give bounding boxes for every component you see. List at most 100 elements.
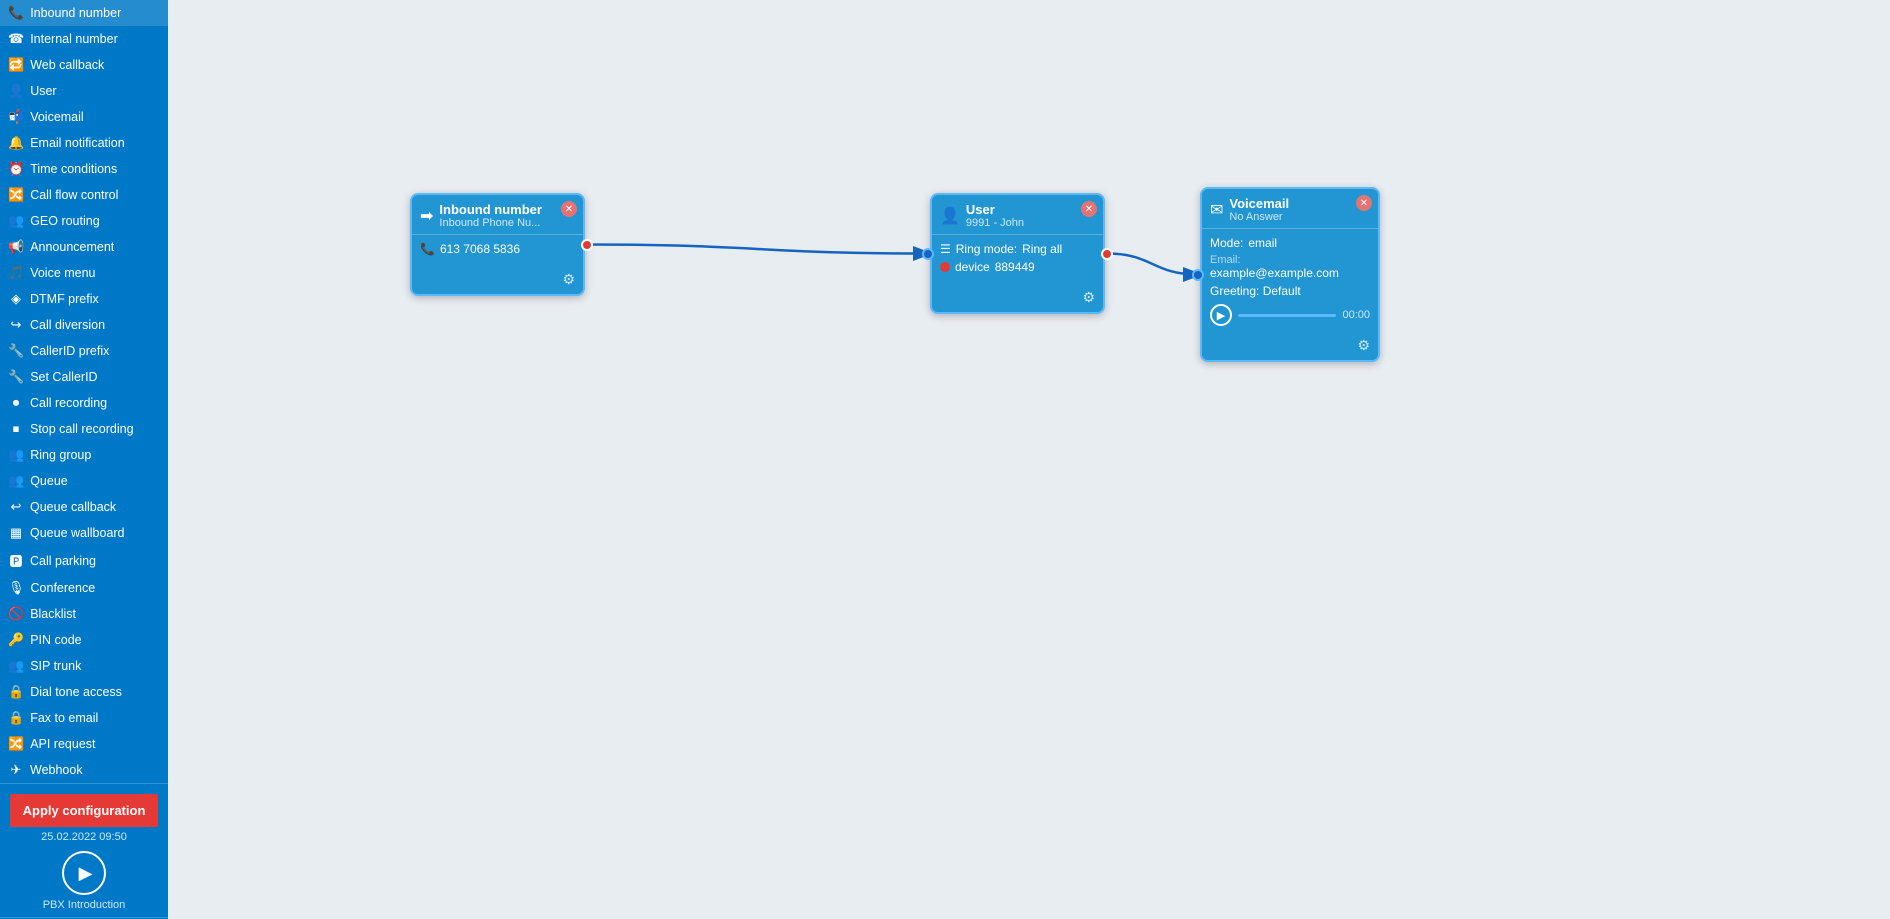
announcement-icon: 📢: [8, 239, 24, 255]
voicemail-node-icon: ✉: [1210, 200, 1223, 220]
inbound-node-close[interactable]: ✕: [561, 201, 577, 217]
voicemail-mode-label: Mode:: [1210, 236, 1243, 250]
sidebar-item-geo-routing[interactable]: 👥 GEO routing: [0, 208, 168, 234]
user-node-body: ☰ Ring mode: Ring all device 889449: [932, 235, 1103, 285]
apply-configuration-button[interactable]: Apply configuration: [10, 794, 158, 827]
sidebar-item-internal-number[interactable]: ☎ Internal number: [0, 26, 168, 52]
sidebar-label-announcement: Announcement: [30, 240, 114, 254]
sidebar-label-queue-wallboard: Queue wallboard: [30, 526, 125, 540]
sidebar-item-api-request[interactable]: 🔀 API request: [0, 731, 168, 757]
voicemail-node-title: Voicemail: [1229, 196, 1289, 211]
sidebar-item-dtmf-prefix[interactable]: ◈ DTMF prefix: [0, 286, 168, 312]
web-callback-icon: 🔁: [8, 57, 24, 73]
voicemail-node-footer: ⚙: [1202, 333, 1378, 360]
sidebar-item-web-callback[interactable]: 🔁 Web callback: [0, 52, 168, 78]
api-request-icon: 🔀: [8, 736, 24, 752]
voicemail-icon: 📬: [8, 109, 24, 125]
sidebar-item-webhook[interactable]: ✈ Webhook: [0, 757, 168, 783]
user-right-connector[interactable]: [1101, 248, 1113, 260]
sidebar-label-internal-number: Internal number: [30, 32, 118, 46]
sidebar-label-callerid-prefix: CallerID prefix: [30, 344, 109, 358]
inbound-right-connector[interactable]: [581, 239, 593, 251]
sidebar-item-fax-to-email[interactable]: 🔒 Fax to email: [0, 705, 168, 731]
time-conditions-icon: ⏰: [8, 161, 24, 177]
user-device-row: device 889449: [940, 260, 1095, 274]
sidebar-item-voicemail[interactable]: 📬 Voicemail: [0, 104, 168, 130]
conference-icon: 🎙: [8, 580, 25, 596]
ring-group-icon: 👥: [8, 447, 24, 463]
sidebar-label-call-flow-control: Call flow control: [30, 188, 118, 202]
voicemail-gear-button[interactable]: ⚙: [1357, 337, 1370, 354]
inbound-number-icon: 📞: [8, 5, 24, 21]
sidebar-item-ring-group[interactable]: 👥 Ring group: [0, 442, 168, 468]
call-recording-icon: ⏺: [8, 395, 24, 411]
sidebar-item-call-recording[interactable]: ⏺ Call recording: [0, 390, 168, 416]
inbound-phone-row: 📞 613 7068 5836: [420, 242, 575, 256]
voicemail-node-subtitle: No Answer: [1229, 211, 1289, 223]
fax-to-email-icon: 🔒: [8, 710, 24, 726]
voicemail-greeting-row: Greeting: Default: [1210, 284, 1370, 298]
queue-icon: 👥: [8, 473, 24, 489]
voicemail-mode-row: Mode: email: [1210, 236, 1370, 250]
sidebar-item-time-conditions[interactable]: ⏰ Time conditions: [0, 156, 168, 182]
dial-tone-access-icon: 🔒: [8, 684, 24, 700]
sidebar-label-blacklist: Blacklist: [30, 607, 76, 621]
sidebar-item-set-callerid[interactable]: 🔧 Set CallerID: [0, 364, 168, 390]
voicemail-greeting-section: Greeting: Default ▶ 00:00: [1210, 284, 1370, 326]
sidebar-item-call-diversion[interactable]: ↪ Call diversion: [0, 312, 168, 338]
pin-code-icon: 🔑: [8, 632, 24, 648]
user-node-header: 👤 User 9991 - John ✕: [932, 195, 1103, 235]
sidebar-item-email-notification[interactable]: 🔔 Email notification: [0, 130, 168, 156]
sidebar-label-user: User: [30, 84, 56, 98]
pbx-play-button[interactable]: ▶: [62, 851, 106, 895]
internal-number-icon: ☎: [8, 31, 24, 47]
voicemail-node[interactable]: ✉ Voicemail No Answer ✕ Mode: email Emai…: [1200, 187, 1380, 362]
sidebar-item-sip-trunk[interactable]: 👥 SIP trunk: [0, 653, 168, 679]
sidebar-item-announcement[interactable]: 📢 Announcement: [0, 234, 168, 260]
set-callerid-icon: 🔧: [8, 369, 24, 385]
sidebar-label-inbound-number: Inbound number: [30, 6, 121, 20]
voicemail-email-section: Email: example@example.com: [1210, 254, 1370, 280]
user-icon: 👤: [8, 83, 24, 99]
sidebar-item-queue-callback[interactable]: ↩ Queue callback: [0, 494, 168, 520]
sidebar-label-queue: Queue: [30, 474, 68, 488]
audio-progress-bar: [1238, 314, 1336, 317]
geo-routing-icon: 👥: [8, 213, 24, 229]
sidebar-item-user[interactable]: 👤 User: [0, 78, 168, 104]
ring-mode-icon: ☰: [940, 242, 951, 256]
voicemail-play-button[interactable]: ▶: [1210, 304, 1232, 326]
inbound-number-node[interactable]: ➡ Inbound number Inbound Phone Nu... ✕ 📞…: [410, 193, 585, 296]
apply-date: 25.02.2022 09:50: [41, 831, 127, 843]
inbound-node-footer: ⚙: [412, 267, 583, 294]
sidebar-item-call-flow-control[interactable]: 🔀 Call flow control: [0, 182, 168, 208]
sidebar-item-voice-menu[interactable]: 🎵 Voice menu: [0, 260, 168, 286]
user-left-connector[interactable]: [922, 248, 934, 260]
sidebar-item-stop-call-recording[interactable]: ⏹ Stop call recording: [0, 416, 168, 442]
sidebar-item-callerid-prefix[interactable]: 🔧 CallerID prefix: [0, 338, 168, 364]
sidebar-item-conference[interactable]: 🎙 Conference: [0, 575, 168, 601]
sidebar-label-call-recording: Call recording: [30, 396, 107, 410]
sidebar-item-dial-tone-access[interactable]: 🔒 Dial tone access: [0, 679, 168, 705]
user-node-close[interactable]: ✕: [1081, 201, 1097, 217]
user-node[interactable]: 👤 User 9991 - John ✕ ☰ Ring mode: Ring a…: [930, 193, 1105, 314]
sidebar-item-queue-wallboard[interactable]: ▦ Queue wallboard: [0, 520, 168, 546]
call-diversion-icon: ↪: [8, 317, 24, 333]
sidebar-label-set-callerid: Set CallerID: [30, 370, 97, 384]
queue-wallboard-icon: ▦: [8, 525, 24, 541]
sidebar: 📞 Inbound number ☎ Internal number 🔁 Web…: [0, 0, 168, 919]
user-gear-button[interactable]: ⚙: [1082, 289, 1095, 306]
sidebar-bottom: Apply configuration 25.02.2022 09:50 ▶ P…: [0, 783, 168, 919]
inbound-gear-button[interactable]: ⚙: [562, 271, 575, 288]
sidebar-item-queue[interactable]: 👥 Queue: [0, 468, 168, 494]
sidebar-item-inbound-number[interactable]: 📞 Inbound number: [0, 0, 168, 26]
call-flow-control-icon: 🔀: [8, 187, 24, 203]
dtmf-prefix-icon: ◈: [8, 291, 24, 307]
sidebar-item-call-parking[interactable]: 🅿 Call parking: [0, 546, 168, 575]
user-device-label: device: [955, 260, 990, 274]
voicemail-node-close[interactable]: ✕: [1356, 195, 1372, 211]
sidebar-label-email-notification: Email notification: [30, 136, 125, 150]
voicemail-left-connector[interactable]: [1192, 269, 1204, 281]
sidebar-item-blacklist[interactable]: 🚫 Blacklist: [0, 601, 168, 627]
user-node-name: 9991 - John: [966, 217, 1024, 229]
sidebar-item-pin-code[interactable]: 🔑 PIN code: [0, 627, 168, 653]
